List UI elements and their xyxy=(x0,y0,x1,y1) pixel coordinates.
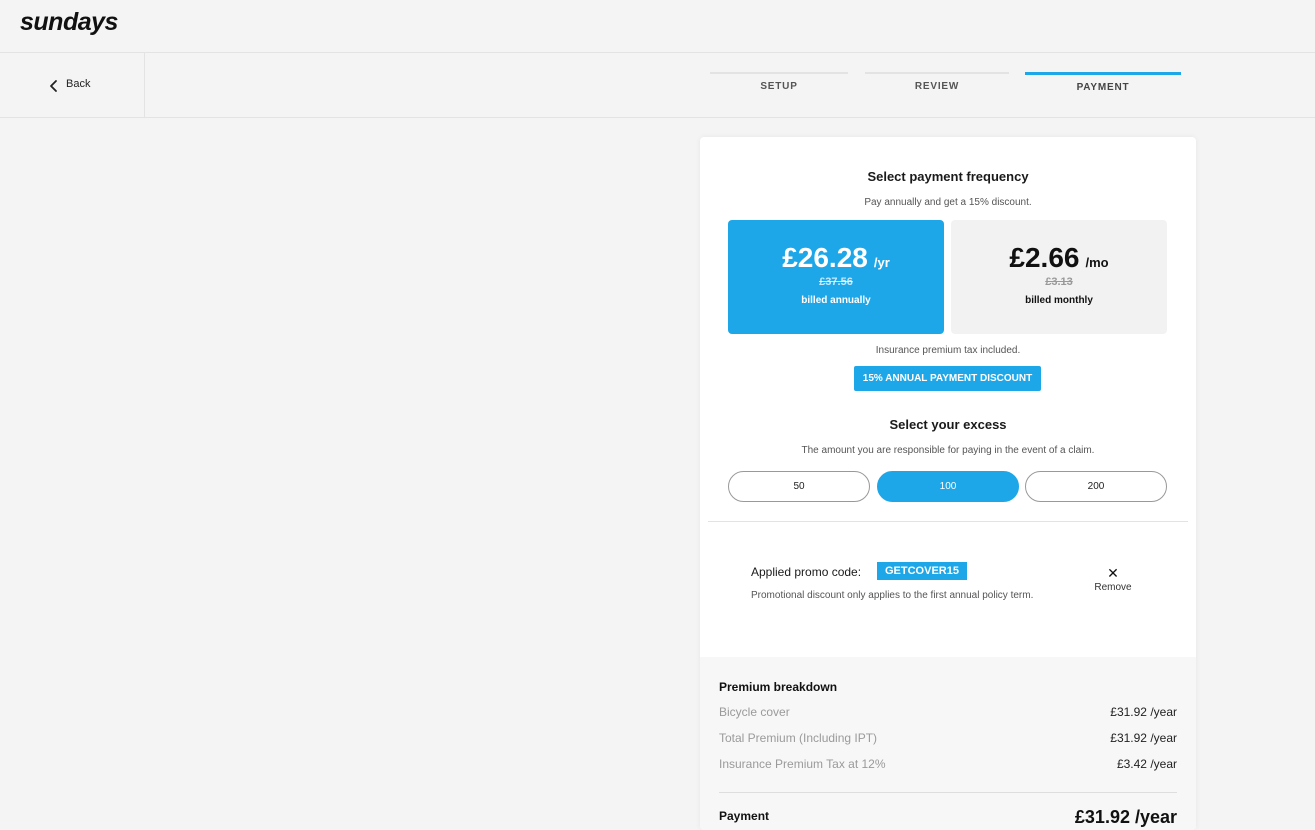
step-payment-bar xyxy=(1025,72,1181,75)
chevron-left-icon xyxy=(50,80,57,92)
promo-code-label: Applied promo code: xyxy=(751,565,862,579)
premium-breakdown: Premium breakdown Bicycle cover £31.92 /… xyxy=(700,657,1196,830)
close-icon: ✕ xyxy=(1107,565,1119,581)
step-navigation: Back SETUP REVIEW PAYMENT xyxy=(0,53,1315,118)
remove-promo-button[interactable]: ✕ Remove xyxy=(1088,566,1138,593)
step-review: REVIEW xyxy=(865,72,1009,92)
breakdown-row: Insurance Premium Tax at 12% £3.42 /year xyxy=(719,757,1177,771)
breakdown-row-name: Bicycle cover xyxy=(719,705,790,719)
step-review-bar xyxy=(865,72,1009,74)
breakdown-row-value: £31.92 /year xyxy=(1110,705,1177,719)
section-divider xyxy=(708,521,1188,522)
promo-code-badge: GETCOVER15 xyxy=(877,562,967,580)
excess-subtitle: The amount you are responsible for payin… xyxy=(801,445,1095,456)
tax-note: Insurance premium tax included. xyxy=(875,345,1021,356)
breakdown-row-name: Insurance Premium Tax at 12% xyxy=(719,757,886,771)
annual-period: /yr xyxy=(873,255,890,270)
monthly-price: £2.66 xyxy=(1009,242,1080,273)
annual-price: £26.28 xyxy=(782,242,868,273)
breakdown-row: Bicycle cover £31.92 /year xyxy=(719,705,1177,719)
back-label: Back xyxy=(66,78,91,90)
step-review-label: REVIEW xyxy=(914,81,960,92)
breakdown-row-value: £31.92 /year xyxy=(1110,731,1177,745)
monthly-price-line: £2.66/mo xyxy=(951,242,1167,274)
breakdown-title: Premium breakdown xyxy=(719,680,838,694)
back-button[interactable]: Back xyxy=(0,53,145,117)
step-setup: SETUP xyxy=(710,72,848,92)
annual-billed-label: billed annually xyxy=(801,295,871,306)
breakdown-row-name: Total Premium (Including IPT) xyxy=(719,731,878,745)
promo-note: Promotional discount only applies to the… xyxy=(751,590,1034,601)
breakdown-row: Total Premium (Including IPT) £31.92 /ye… xyxy=(719,731,1177,745)
excess-option-100[interactable]: 100 xyxy=(877,471,1019,502)
annual-price-line: £26.28/yr xyxy=(728,242,944,274)
monthly-plan-card[interactable]: £2.66/mo £3.13 billed monthly xyxy=(951,220,1167,334)
top-header: sundays xyxy=(0,0,1315,53)
monthly-billed-label: billed monthly xyxy=(1025,295,1093,306)
payment-panel: Select payment frequency Pay annually an… xyxy=(700,137,1196,830)
payment-frequency-title: Select payment frequency xyxy=(867,169,1029,184)
step-payment-label: PAYMENT xyxy=(1076,82,1130,93)
step-payment: PAYMENT xyxy=(1025,72,1181,93)
breakdown-divider xyxy=(719,792,1177,793)
annual-plan-card[interactable]: £26.28/yr £37.56 billed annually xyxy=(728,220,944,334)
payment-total: £31.92 /year xyxy=(1074,807,1177,827)
annual-old-price: £37.56 xyxy=(819,276,853,288)
breakdown-row-value: £3.42 /year xyxy=(1116,757,1177,771)
step-setup-bar xyxy=(710,72,848,74)
excess-option-200[interactable]: 200 xyxy=(1025,471,1167,502)
excess-title: Select your excess xyxy=(889,417,1007,432)
payment-label: Payment xyxy=(719,809,770,823)
annual-discount-badge: 15% ANNUAL PAYMENT DISCOUNT xyxy=(854,366,1041,391)
sundays-logo[interactable]: sundays xyxy=(20,8,118,37)
remove-label: Remove xyxy=(1094,582,1132,593)
payment-frequency-subtitle: Pay annually and get a 15% discount. xyxy=(864,197,1032,208)
monthly-old-price: £3.13 xyxy=(1045,276,1073,288)
excess-option-50[interactable]: 50 xyxy=(728,471,870,502)
monthly-period: /mo xyxy=(1085,255,1109,270)
step-setup-label: SETUP xyxy=(760,81,798,92)
